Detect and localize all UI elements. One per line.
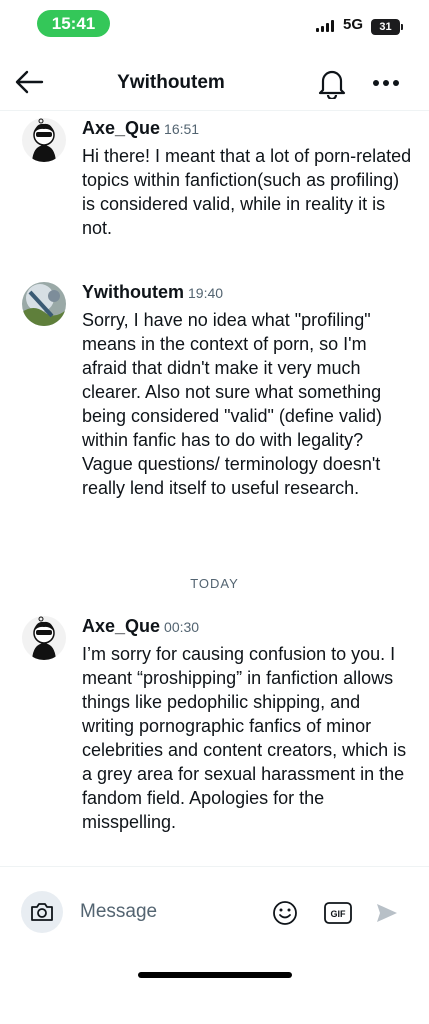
message-time: 16:51 (164, 121, 200, 137)
bell-icon (318, 70, 346, 99)
back-button[interactable] (10, 63, 48, 101)
message-header: Axe_Que 00:30 (82, 616, 199, 637)
home-indicator (138, 972, 292, 978)
cartoon-avatar-icon (22, 118, 66, 162)
back-arrow-icon (15, 70, 44, 94)
emoji-button[interactable] (270, 898, 300, 928)
status-bar: 15:41 5G 31 (0, 0, 429, 50)
network-type: 5G (343, 16, 364, 33)
signal-icon (316, 20, 336, 32)
cartoon-avatar-icon (22, 616, 66, 660)
sender-name[interactable]: Ywithoutem (82, 282, 184, 302)
avatar[interactable] (22, 616, 66, 660)
message-text: Hi there! I meant that a lot of porn-rel… (82, 146, 412, 238)
sender-name[interactable]: Axe_Que (82, 616, 160, 636)
status-time: 15:41 (37, 10, 110, 37)
message-header: Axe_Que 16:51 (82, 118, 199, 139)
avatar[interactable] (22, 282, 66, 326)
more-horizontal-icon (373, 80, 399, 86)
gif-button[interactable]: GIF (323, 900, 353, 926)
conversation-title[interactable]: Ywithoutem (60, 72, 282, 94)
message-text: I’m sorry for causing confusion to you. … (82, 644, 407, 832)
sender-name[interactable]: Axe_Que (82, 118, 160, 138)
notifications-button[interactable] (312, 63, 352, 103)
gif-icon: GIF (324, 902, 352, 924)
conversation-header: Ywithoutem (0, 55, 429, 111)
message-time: 00:30 (164, 619, 200, 635)
message-composer: GIF (0, 866, 429, 954)
message-input[interactable] (80, 897, 255, 927)
date-divider: TODAY (190, 576, 239, 591)
camera-icon (31, 903, 53, 921)
message-text: Sorry, I have no idea what "profiling" m… (82, 310, 382, 498)
message-time: 19:40 (188, 285, 224, 301)
send-button[interactable] (373, 899, 401, 927)
avatar[interactable] (22, 118, 66, 162)
more-options-button[interactable] (366, 63, 406, 103)
photo-avatar-icon (22, 282, 66, 326)
emoji-icon (273, 901, 297, 925)
battery-indicator: 31 (371, 19, 403, 35)
message-header: Ywithoutem 19:40 (82, 282, 223, 303)
camera-button[interactable] (21, 891, 63, 933)
svg-text:GIF: GIF (331, 909, 347, 919)
send-icon (377, 904, 397, 922)
